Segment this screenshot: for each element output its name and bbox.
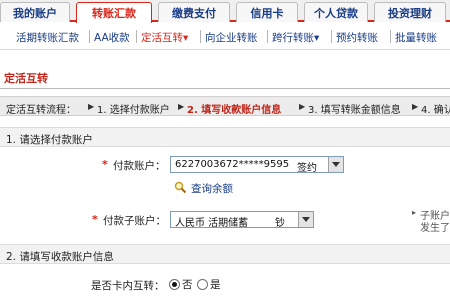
- step-arrow-icon: ▶: [88, 102, 95, 111]
- subnav-to-enterprise[interactable]: 向企业转账: [205, 30, 258, 45]
- step-3: 3. 填写转账金额信息: [308, 105, 401, 116]
- radio-no-label: 否: [182, 279, 193, 291]
- sub-account-tag: 钞: [275, 218, 285, 228]
- subnav-interbank[interactable]: 跨行转账▾: [272, 30, 319, 45]
- chevron-down-icon[interactable]: [328, 157, 343, 172]
- pay-account-select[interactable]: 6227003672*****9595 签约: [170, 156, 344, 173]
- subnav-scheduled[interactable]: 预约转账: [336, 30, 378, 45]
- sub-navigation: 活期转账汇款 AA收款 定活互转▾ 向企业转账 跨行转账▾ 预约转账 批量转账: [0, 24, 450, 50]
- query-balance-link[interactable]: 查询余额: [191, 181, 233, 196]
- subnav-divider: [136, 30, 137, 43]
- subnav-fixed-current-transfer[interactable]: 定活互转▾: [141, 30, 188, 45]
- subnav-aa-collect[interactable]: AA收款: [94, 30, 130, 45]
- tab-payment[interactable]: 缴费支付: [158, 2, 230, 22]
- same-card-label: 是否卡内互转：: [91, 280, 165, 292]
- search-icon[interactable]: [174, 181, 187, 194]
- sub-account-select[interactable]: 人民币 活期储蓄 钞: [170, 211, 314, 228]
- step-4: 4. 确认: [421, 105, 450, 116]
- tab-investment[interactable]: 投资理财: [374, 2, 446, 22]
- tab-transfer[interactable]: 转账汇款: [76, 2, 152, 23]
- required-marker: *: [102, 158, 108, 171]
- section-payee-info: 2. 请填写收款账户信息: [0, 244, 450, 264]
- subnav-current-transfer[interactable]: 活期转账汇款: [16, 30, 79, 45]
- sub-account-label: 付款子账户：: [103, 215, 166, 227]
- step-arrow-icon: ▶: [299, 102, 306, 111]
- subnav-batch[interactable]: 批量转账: [395, 30, 437, 45]
- subnav-divider: [331, 30, 332, 43]
- tab-personal-loan[interactable]: 个人贷款: [304, 2, 368, 22]
- title-divider: [0, 88, 450, 89]
- step-2-current: 2. 填写收款账户信息: [187, 105, 282, 116]
- hint-arrow-icon: ▸: [412, 208, 417, 217]
- required-marker: *: [92, 213, 98, 226]
- steps-prefix: 定活互转流程：: [6, 105, 76, 116]
- step-arrow-icon: ▶: [412, 102, 419, 111]
- sub-account-value: 人民币 活期储蓄: [175, 218, 249, 228]
- radio-yes[interactable]: [197, 279, 208, 290]
- page-title: 定活互转: [4, 72, 48, 85]
- pay-account-value: 6227003672*****9595: [175, 159, 290, 170]
- step-progress-bar: 定活互转流程： ▶ 1. 选择付款账户 ▶ 2. 填写收款账户信息 ▶ 3. 填…: [0, 96, 450, 116]
- subnav-divider: [200, 30, 201, 43]
- pay-account-label: 付款账户：: [113, 160, 166, 172]
- radio-yes-label: 是: [210, 279, 221, 291]
- pay-account-tag: 签约: [297, 163, 317, 173]
- section-select-payer: 1. 请选择付款账户: [0, 127, 450, 147]
- section-title: 2. 请填写收款账户信息: [6, 251, 114, 263]
- chevron-down-icon[interactable]: [298, 212, 313, 227]
- tab-credit-card[interactable]: 信用卡: [236, 2, 298, 22]
- radio-no[interactable]: [169, 279, 180, 290]
- subnav-divider: [267, 30, 268, 43]
- step-1: 1. 选择付款账户: [97, 105, 170, 116]
- subnav-divider: [390, 30, 391, 43]
- subnav-divider: [89, 30, 90, 43]
- tab-my-account[interactable]: 我的账户: [0, 2, 70, 22]
- section-title: 1. 请选择付款账户: [6, 134, 93, 146]
- sub-account-hint-line2: 发生了: [420, 223, 450, 234]
- main-tab-bar: 我的账户 转账汇款 缴费支付 信用卡 个人贷款 投资理财: [0, 0, 450, 23]
- step-arrow-icon: ▶: [178, 102, 185, 111]
